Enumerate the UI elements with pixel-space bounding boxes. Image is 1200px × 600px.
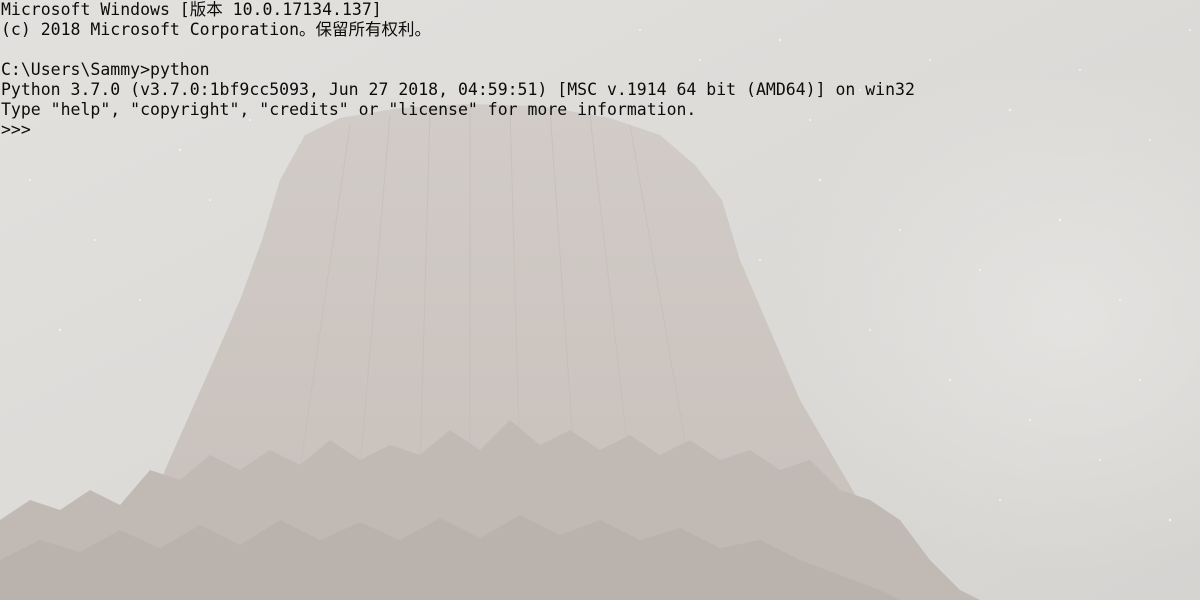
terminal-line-windows-version: Microsoft Windows [版本 10.0.17134.137] [1,0,382,19]
python-prompt[interactable]: >>> [1,120,1200,140]
terminal-line-help-hint: Type "help", "copyright", "credits" or "… [1,100,697,119]
terminal-line-python-version: Python 3.7.0 (v3.7.0:1bf9cc5093, Jun 27 … [1,80,915,99]
terminal-line-copyright: (c) 2018 Microsoft Corporation。保留所有权利。 [1,20,432,39]
command-prompt-window[interactable]: Microsoft Windows [版本 10.0.17134.137] (c… [0,0,1200,600]
terminal-line-command: C:\Users\Sammy>python [1,60,210,79]
